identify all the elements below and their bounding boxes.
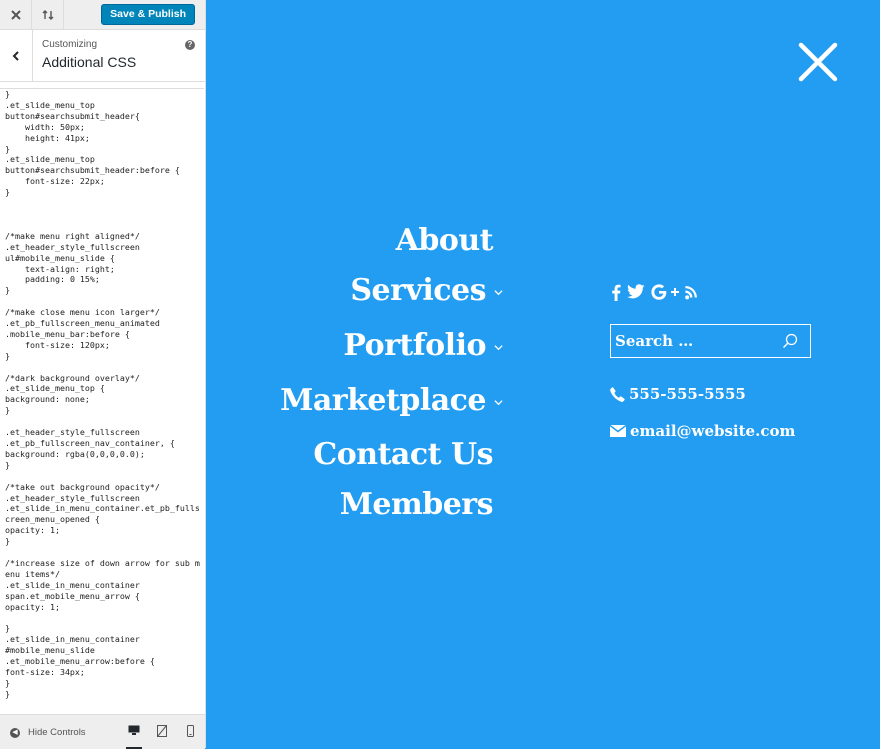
menu-label: Members <box>339 487 494 522</box>
hide-controls-button[interactable]: ◀ Hide Controls <box>10 727 86 738</box>
menu-label: Services <box>350 273 486 308</box>
chevron-down-icon[interactable] <box>494 398 503 407</box>
email-contact[interactable]: email@website.com <box>610 422 795 440</box>
css-editor[interactable]: } .et_slide_menu_top button#searchsubmit… <box>0 88 204 715</box>
phone-icon <box>610 386 625 402</box>
menu-label: Marketplace <box>280 383 486 418</box>
email-address: email@website.com <box>630 422 796 440</box>
section-title: Additional CSS <box>42 54 137 70</box>
menu-label: About <box>395 223 494 258</box>
search-icon[interactable] <box>782 333 798 349</box>
customizer-sidebar: Save & Publish Customizing Additional CS… <box>0 0 206 749</box>
css-code[interactable]: } .et_slide_menu_top button#searchsubmit… <box>0 89 204 700</box>
collapse-icon: ◀ <box>10 727 20 738</box>
desktop-icon[interactable] <box>126 725 142 749</box>
mobile-icon[interactable] <box>182 725 198 739</box>
social-icons <box>611 284 699 301</box>
breadcrumb: Customizing <box>42 39 98 50</box>
back-icon[interactable] <box>0 30 33 81</box>
help-icon[interactable]: ? <box>185 40 195 50</box>
menu-item-members[interactable]: Members <box>339 487 494 522</box>
reorder-icon[interactable] <box>32 0 64 29</box>
menu-close-icon[interactable] <box>798 42 838 82</box>
search-placeholder: Search … <box>615 332 694 350</box>
chevron-down-icon[interactable] <box>494 288 503 297</box>
phone-number: 555-555-5555 <box>629 385 746 403</box>
customizer-footer: ◀ Hide Controls <box>0 714 205 749</box>
menu-item-contact-us[interactable]: Contact Us <box>313 437 493 472</box>
rss-icon[interactable] <box>685 284 699 300</box>
section-header: Customizing Additional CSS ? <box>0 30 205 82</box>
menu-item-portfolio[interactable]: Portfolio <box>343 328 503 363</box>
close-icon[interactable] <box>0 0 32 29</box>
hide-controls-label: Hide Controls <box>28 727 86 738</box>
menu-label: Portfolio <box>343 328 486 363</box>
envelope-icon <box>610 425 626 437</box>
google-plus-icon[interactable] <box>651 284 679 300</box>
menu-item-marketplace[interactable]: Marketplace <box>280 383 503 418</box>
twitter-icon[interactable] <box>627 284 645 300</box>
menu-item-services[interactable]: Services <box>350 273 503 308</box>
customizer-topbar: Save & Publish <box>0 0 205 30</box>
phone-contact[interactable]: 555-555-5555 <box>610 385 746 403</box>
save-publish-button[interactable]: Save & Publish <box>101 4 195 25</box>
menu-label: Contact Us <box>313 437 493 472</box>
search-field[interactable]: Search … <box>610 324 811 358</box>
menu-item-about[interactable]: About <box>395 223 494 258</box>
facebook-icon[interactable] <box>611 284 621 301</box>
tablet-icon[interactable] <box>154 725 170 739</box>
chevron-down-icon[interactable] <box>494 343 503 352</box>
